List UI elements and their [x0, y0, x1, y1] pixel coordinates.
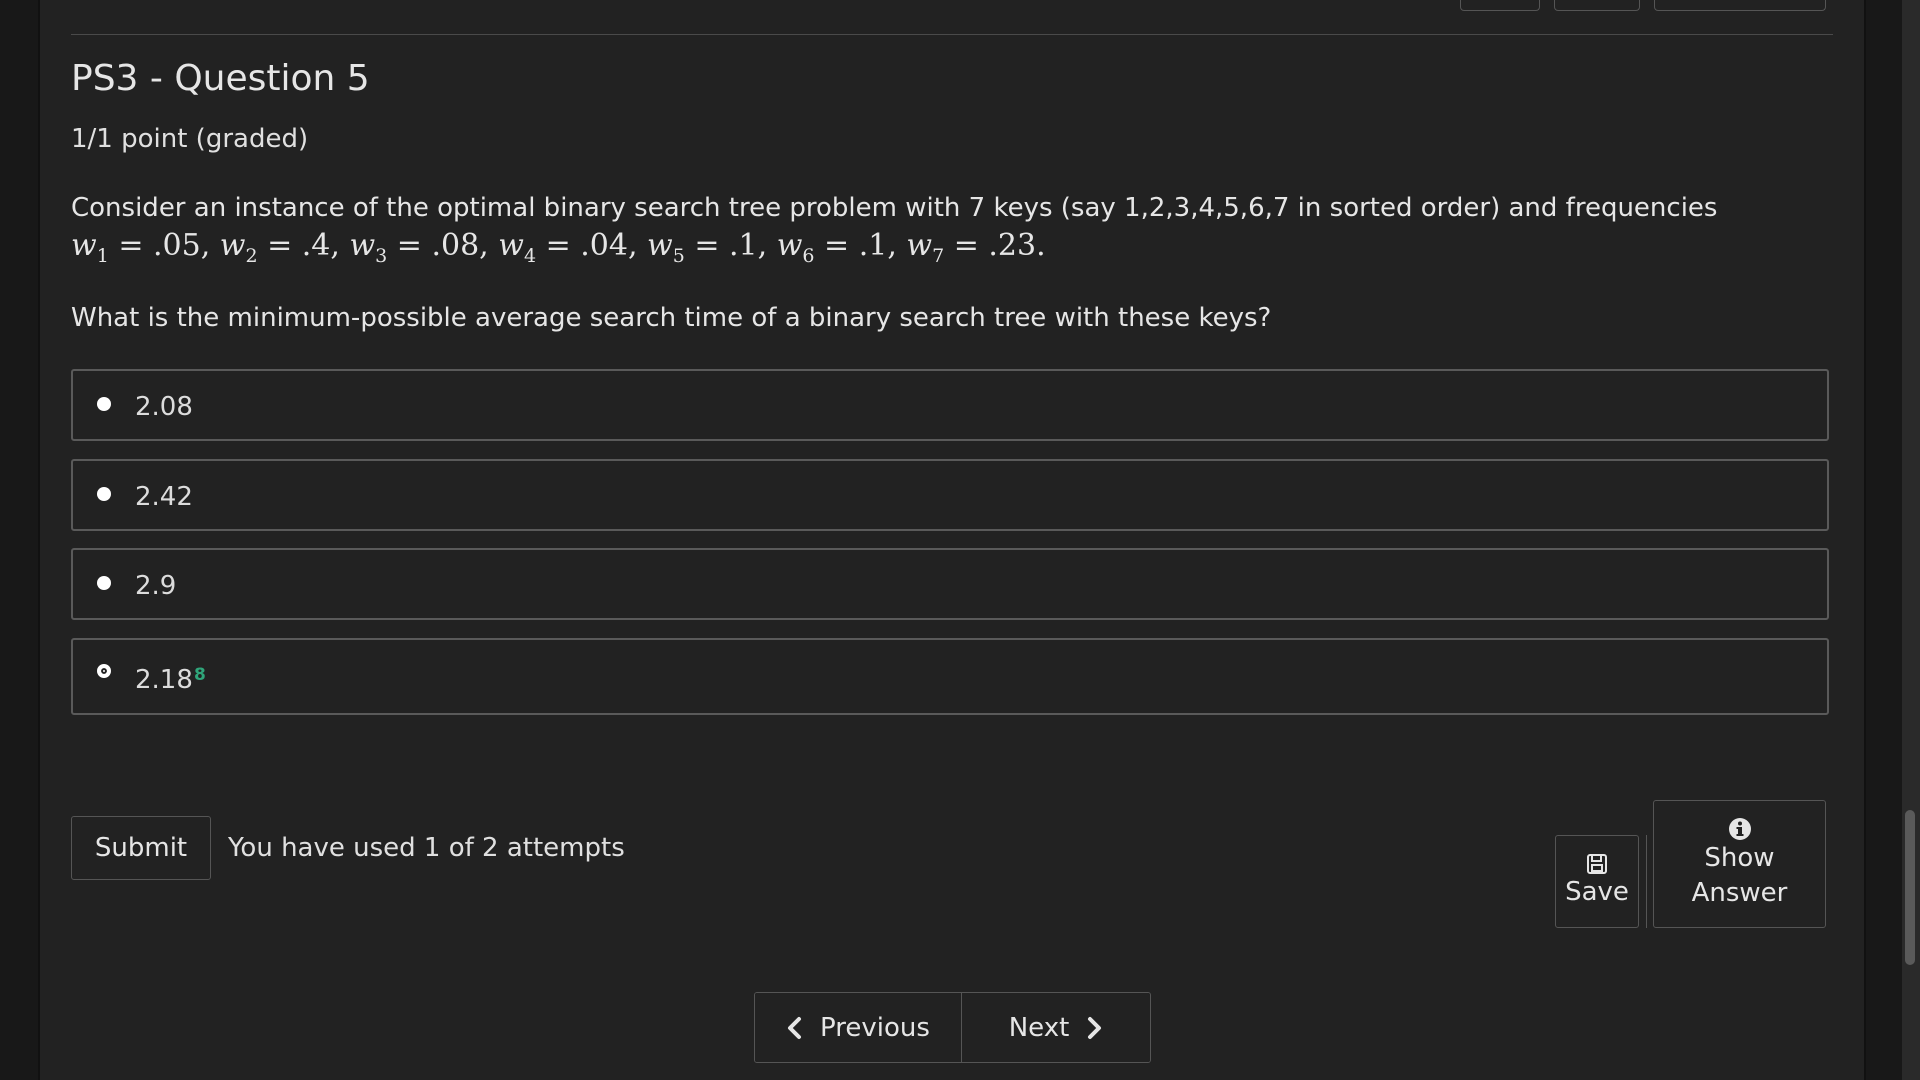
formula-value: = .1, — [814, 228, 907, 263]
formula-term: w7 = .23. — [906, 228, 1046, 267]
formula-variable: w — [776, 228, 803, 263]
formula-term: w3 = .08, — [349, 228, 499, 267]
left-gutter — [0, 0, 40, 1080]
formula-term: w2 = .4, — [219, 228, 350, 267]
radio-button[interactable] — [97, 487, 111, 501]
points-status: 1/1 point (graded) — [71, 124, 309, 154]
formula-value: = .4, — [257, 228, 350, 263]
problem-title: PS3 - Question 5 — [71, 58, 370, 99]
formula-subscript: 3 — [375, 245, 388, 267]
choice-label: 2.42 — [135, 482, 193, 512]
chevron-right-icon — [1087, 1016, 1103, 1040]
formula-term: w4 = .04, — [498, 228, 648, 267]
previous-label: Previous — [820, 1012, 930, 1043]
formula-subscript: 4 — [523, 245, 537, 267]
save-label: Save — [1565, 876, 1629, 907]
radio-button[interactable] — [97, 397, 111, 411]
top-tab[interactable] — [1460, 0, 1540, 11]
formula-value: = .04, — [536, 228, 648, 263]
formula-value: = .08, — [387, 228, 499, 263]
frequency-formula: w1 = .05, w2 = .4, w3 = .08, w4 = .04, w… — [71, 228, 1046, 267]
formula-value: = .1, — [684, 228, 777, 263]
formula-subscript: 6 — [802, 245, 815, 267]
formula-subscript: 2 — [245, 245, 258, 267]
previous-button[interactable]: Previous — [755, 993, 962, 1062]
floppy-disk-icon — [1586, 853, 1608, 875]
radio-button-selected[interactable] — [97, 664, 111, 678]
formula-variable: w — [71, 228, 97, 263]
choice-option[interactable]: 2.42 — [71, 459, 1829, 531]
formula-variable: w — [498, 228, 524, 263]
choice-label: 2.08 — [135, 392, 193, 422]
sequence-navigation: Previous Next — [754, 992, 1151, 1063]
formula-value: = .23. — [944, 228, 1046, 263]
correct-indicator: 8 — [194, 665, 206, 685]
formula-term: w5 = .1, — [647, 228, 777, 267]
attempts-status: You have used 1 of 2 attempts — [228, 833, 625, 863]
next-label: Next — [1008, 1012, 1070, 1043]
show-answer-button[interactable]: Show Answer — [1653, 800, 1826, 928]
formula-variable: w — [906, 228, 933, 263]
show-answer-label-line1: Show — [1704, 842, 1775, 873]
formula-variable: w — [647, 228, 673, 263]
formula-variable: w — [349, 228, 376, 263]
next-button[interactable]: Next — [962, 993, 1150, 1062]
button-separator — [1646, 835, 1647, 928]
header-divider — [71, 34, 1833, 35]
formula-variable: w — [219, 228, 246, 263]
choice-option[interactable]: 2.9 — [71, 548, 1829, 620]
choice-option-selected[interactable]: 2.18 8 — [71, 638, 1829, 715]
choice-label: 2.18 — [135, 665, 193, 695]
info-circle-icon — [1728, 817, 1752, 841]
chevron-left-icon — [786, 1016, 802, 1040]
show-answer-label-line2: Answer — [1691, 878, 1788, 908]
scrollbar-thumb[interactable] — [1905, 810, 1915, 965]
formula-term: w1 = .05, — [71, 228, 220, 267]
formula-subscript: 5 — [672, 245, 685, 267]
radio-button[interactable] — [97, 576, 111, 590]
formula-subscript: 7 — [932, 245, 945, 267]
top-tab[interactable] — [1554, 0, 1640, 11]
right-gutter — [1864, 0, 1904, 1080]
top-tab[interactable] — [1654, 0, 1826, 11]
problem-question: What is the minimum-possible average sea… — [71, 303, 1272, 333]
submit-button[interactable]: Submit — [71, 816, 211, 880]
save-button[interactable]: Save — [1555, 835, 1639, 928]
formula-value: = .05, — [108, 228, 220, 263]
choice-option[interactable]: 2.08 — [71, 369, 1829, 441]
problem-prompt: Consider an instance of the optimal bina… — [71, 193, 1718, 223]
choice-label: 2.9 — [135, 571, 177, 601]
formula-subscript: 1 — [96, 245, 109, 267]
formula-term: w6 = .1, — [776, 228, 907, 267]
